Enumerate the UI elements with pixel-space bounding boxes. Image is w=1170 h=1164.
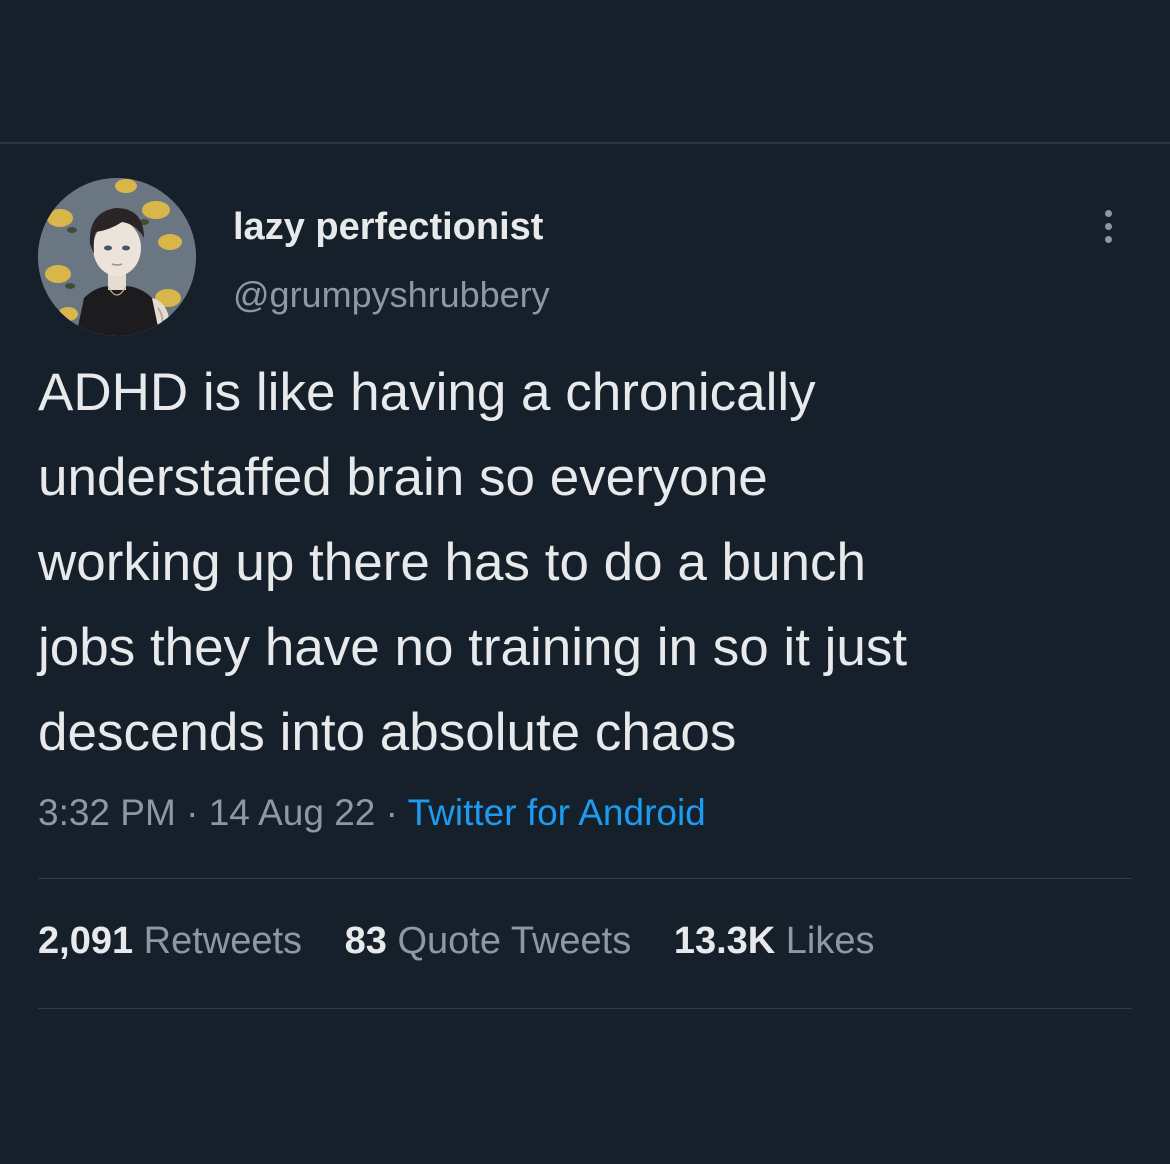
avatar[interactable] xyxy=(38,178,196,336)
tweet-source-link[interactable]: Twitter for Android xyxy=(408,792,706,833)
retweets-label: Retweets xyxy=(143,920,303,962)
display-name[interactable]: lazy perfectionist xyxy=(233,206,543,249)
retweets-count: 2,091 xyxy=(38,920,134,962)
divider xyxy=(38,878,1132,879)
tweet-time[interactable]: 3:32 PM xyxy=(38,792,176,833)
likes-count: 13.3K xyxy=(673,920,776,962)
tweet-date[interactable]: 14 Aug 22 xyxy=(209,792,376,833)
illustrated-portrait-avatar-icon xyxy=(38,178,196,336)
meta-separator: · xyxy=(175,792,209,833)
tweet-card: lazy perfectionist @grumpyshrubbery ADHD… xyxy=(0,0,1170,1164)
tweet-text-line: understaffed brain so everyone xyxy=(38,448,768,507)
divider xyxy=(38,1008,1132,1009)
retweets-stat[interactable]: 2,091 Retweets xyxy=(38,920,302,963)
tweet-text: ADHD is like having a chronically unders… xyxy=(38,350,1138,775)
tweet-text-line: working up there has to do a bunch xyxy=(38,533,866,592)
tweet-text-line: ADHD is like having a chronically xyxy=(38,363,816,422)
likes-stat[interactable]: 13.3K Likes xyxy=(674,920,875,963)
likes-label: Likes xyxy=(785,920,875,962)
more-options-icon[interactable] xyxy=(1098,210,1118,250)
quote-tweets-label: Quote Tweets xyxy=(397,920,632,962)
user-handle[interactable]: @grumpyshrubbery xyxy=(233,274,550,316)
engagement-stats: 2,091 Retweets 83 Quote Tweets 13.3K Lik… xyxy=(38,920,907,963)
tweet-text-line: descends into absolute chaos xyxy=(38,703,737,762)
tweet-metadata: 3:32 PM · 14 Aug 22 · Twitter for Androi… xyxy=(38,792,706,834)
meta-separator: · xyxy=(375,792,408,833)
tweet-text-line: jobs they have no training in so it just xyxy=(38,618,908,677)
quote-tweets-stat[interactable]: 83 Quote Tweets xyxy=(345,920,632,963)
quote-tweets-count: 83 xyxy=(344,920,387,962)
